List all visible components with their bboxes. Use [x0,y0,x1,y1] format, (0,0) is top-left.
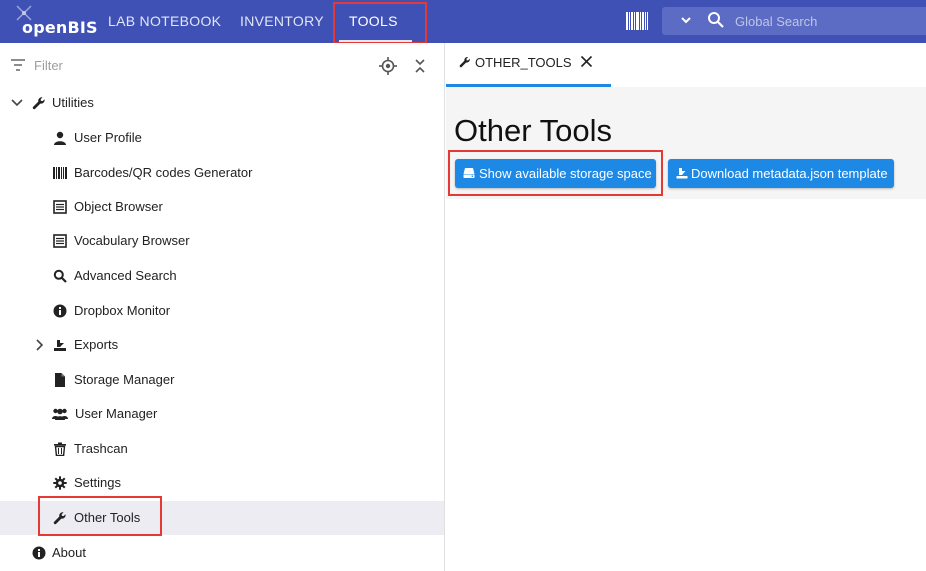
sidebar-item-other-tools[interactable]: Other Tools [0,501,444,535]
trash-icon [54,442,66,456]
sidebar-item-storage-manager[interactable]: Storage Manager [0,363,444,397]
sidebar-item-settings[interactable]: Settings [0,466,444,500]
sidebar-item-label: Exports [74,337,119,352]
sidebar-item-label: Barcodes/QR codes Generator [74,165,253,180]
hard-drive-icon [463,168,475,178]
export-icon [54,340,66,351]
wrench-icon [53,512,66,525]
sidebar-item-label: Settings [74,475,121,490]
filter-icon [11,59,25,71]
sidebar-item-label: Storage Manager [74,372,175,387]
sidebar-item-user-profile[interactable]: User Profile [0,121,444,155]
page-title: Other Tools [454,113,612,148]
sidebar-item-label: About [52,545,86,560]
download-icon [676,168,688,179]
chevron-right-icon[interactable] [33,338,47,352]
sidebar-item-label: Other Tools [74,510,141,525]
chevron-down-icon[interactable] [10,96,24,110]
button-label: Show available storage space [479,166,652,181]
nav-tab-lab-notebook[interactable]: LAB NOTEBOOK [108,0,221,43]
nav-tab-inventory[interactable]: INVENTORY [240,0,324,43]
info-icon [53,304,67,318]
sidebar-item-dropbox-monitor[interactable]: Dropbox Monitor [0,294,444,328]
tree-item-utilities[interactable]: Utilities [0,86,444,120]
chevron-down-icon[interactable] [680,14,692,26]
sidebar-item-about[interactable]: About [0,536,444,570]
close-icon[interactable] [580,55,593,68]
sidebar-item-label: Object Browser [74,199,163,214]
tree-item-label: Utilities [52,95,94,110]
sidebar-item-user-manager[interactable]: User Manager [0,397,444,431]
search-icon[interactable] [707,11,725,29]
locate-icon[interactable] [379,57,397,75]
search-icon [53,269,67,283]
barcode-scan-icon[interactable] [625,11,649,31]
sidebar-item-trashcan[interactable]: Trashcan [0,432,444,466]
sidebar-item-barcodes-generator[interactable]: Barcodes/QR codes Generator [0,156,444,190]
nav-tab-tools[interactable]: TOOLS [349,0,398,43]
list-icon [53,234,67,248]
sidebar-item-exports[interactable]: Exports [0,328,444,362]
sidebar-item-object-browser[interactable]: Object Browser [0,190,444,224]
sidebar-item-label: User Manager [75,406,158,421]
info-icon [32,546,46,560]
file-icon [55,373,65,387]
download-metadata-template-button[interactable]: Download metadata.json template [668,159,894,188]
wrench-icon [459,57,470,68]
gear-icon [53,476,67,490]
tab-label: OTHER_TOOLS [475,55,572,70]
logo-text: openBIS [22,18,98,37]
global-search-input[interactable] [735,8,920,34]
sidebar-item-label: User Profile [74,130,142,145]
button-label: Download metadata.json template [691,166,888,181]
users-icon [52,408,68,420]
sidebar-item-vocabulary-browser[interactable]: Vocabulary Browser [0,224,444,258]
sidebar-item-advanced-search[interactable]: Advanced Search [0,259,444,293]
sidebar-item-label: Advanced Search [74,268,177,283]
show-storage-space-button[interactable]: Show available storage space [455,159,656,188]
sidebar-item-label: Trashcan [74,441,128,456]
list-icon [53,200,67,214]
sidebar-item-label: Dropbox Monitor [74,303,171,318]
sidebar-item-label: Vocabulary Browser [74,233,190,248]
active-tab-indicator [339,40,412,42]
filter-input[interactable] [34,55,334,75]
barcode-icon [53,167,67,179]
user-icon [54,131,66,145]
collapse-all-icon[interactable] [413,58,427,74]
wrench-icon [32,97,45,110]
